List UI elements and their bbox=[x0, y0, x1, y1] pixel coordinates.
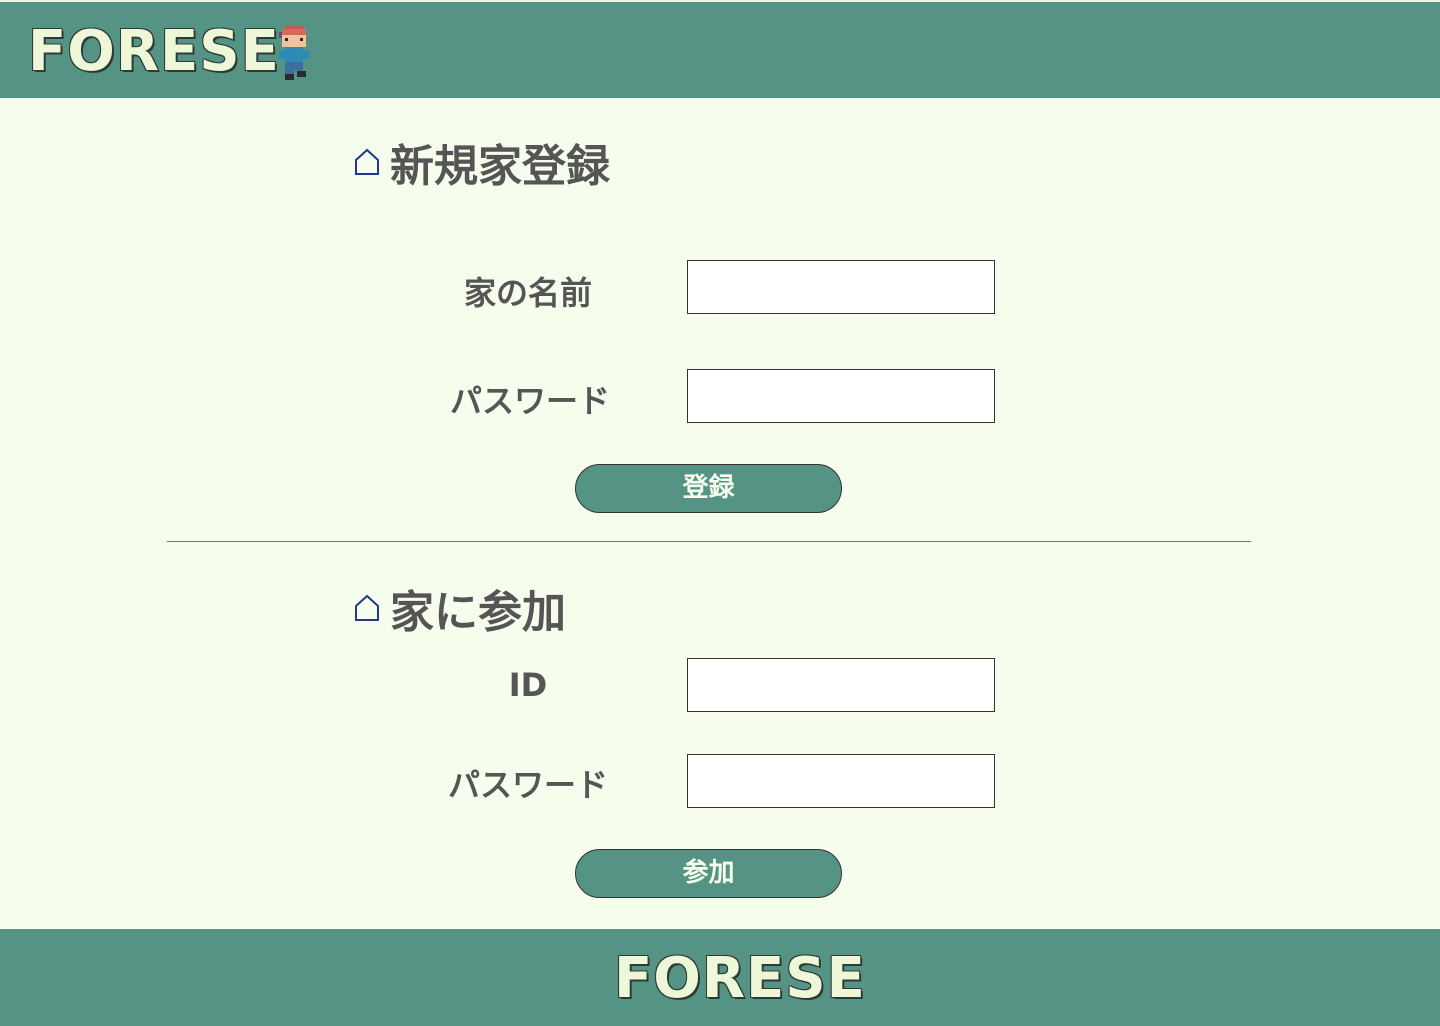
join-section-title: 家に参加 bbox=[354, 576, 566, 640]
register-password-label: パスワード bbox=[449, 382, 610, 420]
join-button[interactable]: 参加 bbox=[575, 849, 842, 898]
join-title-text: 家に参加 bbox=[390, 587, 566, 638]
home-icon bbox=[355, 594, 379, 621]
section-divider bbox=[167, 541, 1251, 542]
house-name-input[interactable] bbox=[687, 260, 995, 314]
mascot-icon bbox=[279, 26, 309, 80]
footer-logo: FORESE bbox=[614, 946, 866, 1011]
home-icon bbox=[355, 148, 379, 175]
join-password-input[interactable] bbox=[687, 754, 995, 808]
id-input[interactable] bbox=[687, 658, 995, 712]
register-title-text: 新規家登録 bbox=[390, 141, 610, 192]
register-section-title: 新規家登録 bbox=[354, 130, 610, 194]
register-button[interactable]: 登録 bbox=[575, 464, 842, 513]
register-password-input[interactable] bbox=[687, 369, 995, 423]
site-header: FORESE bbox=[0, 0, 1440, 98]
id-label: ID bbox=[508, 666, 548, 704]
site-logo[interactable]: FORESE bbox=[28, 20, 280, 84]
site-footer: FORESE bbox=[0, 929, 1440, 1026]
house-name-label: 家の名前 bbox=[463, 274, 592, 312]
join-password-label: パスワード bbox=[447, 766, 608, 804]
